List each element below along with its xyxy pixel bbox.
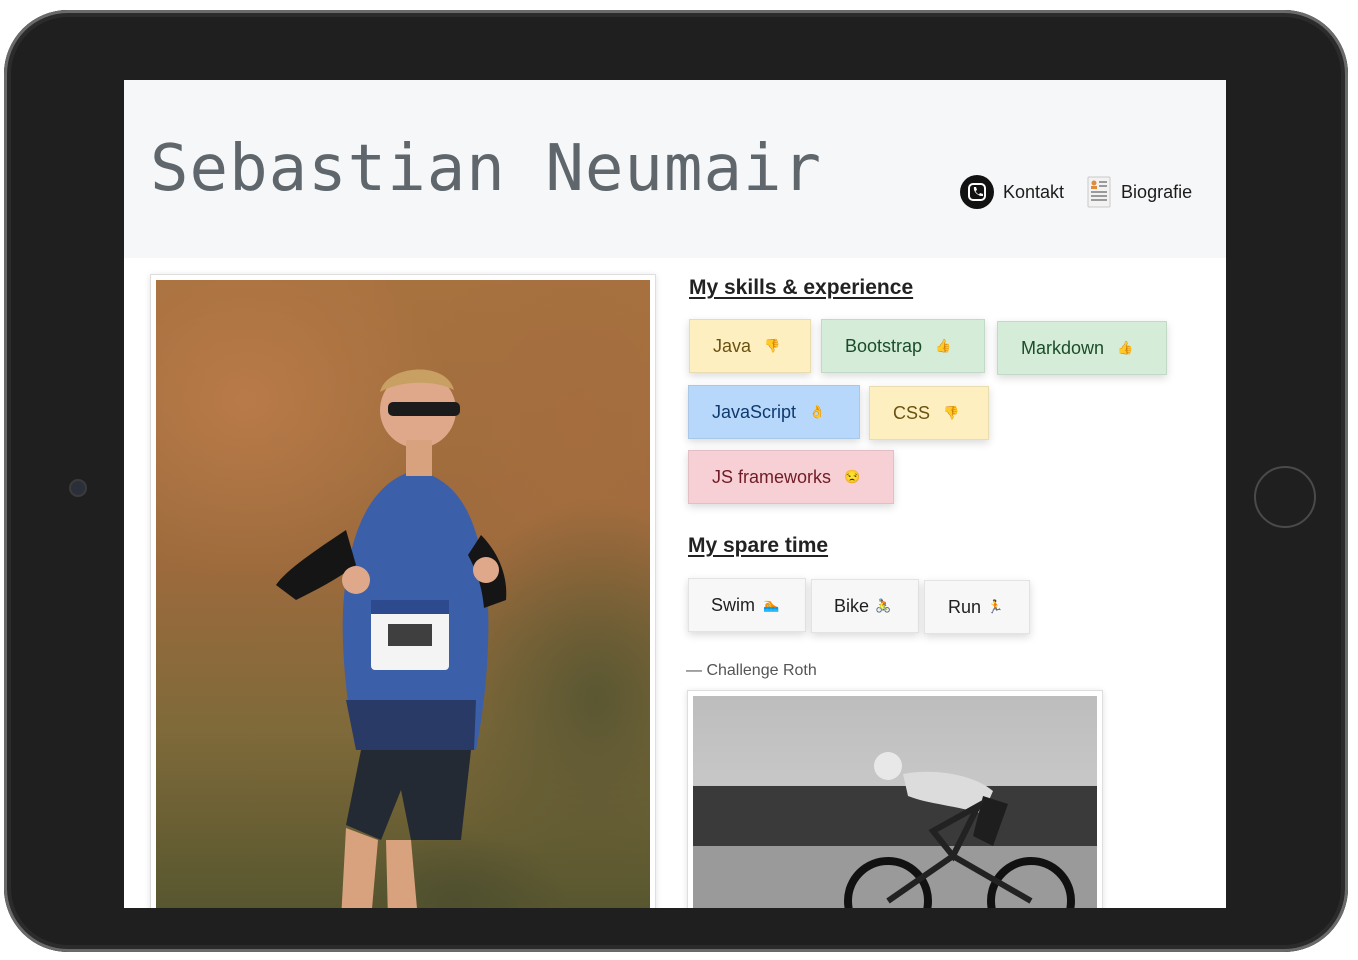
profile-photo-frame — [150, 274, 656, 908]
nav-kontakt-link[interactable]: Kontakt — [960, 175, 1064, 209]
front-camera — [71, 481, 85, 495]
cyclist-icon: 🚴 — [875, 598, 892, 613]
skill-chip-bootstrap[interactable]: Bootstrap 👍 — [821, 319, 985, 373]
main-nav: Kontakt Biografie — [960, 175, 1192, 209]
skill-chip-js-frameworks[interactable]: JS frameworks 😒 — [688, 450, 894, 504]
swimmer-icon: 🏊 — [763, 597, 780, 612]
skill-chip-label: JS frameworks — [712, 466, 832, 487]
nav-biografie-link[interactable]: Biografie — [1086, 175, 1192, 209]
site-header: Sebastian Neumair Kontakt Biografie — [124, 80, 1226, 258]
hobby-chip-label: Bike — [834, 595, 870, 616]
skills-section-title: My skills & experience — [689, 276, 914, 299]
hobby-chip-run[interactable]: Run 🏃 — [924, 580, 1030, 634]
hobby-chip-label: Swim — [711, 594, 755, 615]
photo-caption: — Challenge Roth — [686, 662, 817, 679]
spare-time-section-title: My spare time — [688, 534, 829, 557]
thumbs-down-icon: 👎 — [943, 405, 960, 420]
browser-viewport: Sebastian Neumair Kontakt Biografie My s… — [124, 80, 1226, 908]
skill-chip-markdown[interactable]: Markdown 👍 — [997, 321, 1167, 375]
ok-hand-icon: 👌 — [809, 404, 826, 419]
site-title: Sebastian Neumair — [150, 132, 823, 206]
skill-chip-javascript[interactable]: JavaScript 👌 — [688, 385, 860, 439]
hobby-chip-swim[interactable]: Swim 🏊 — [688, 578, 806, 632]
tablet-frame: Sebastian Neumair Kontakt Biografie My s… — [4, 10, 1348, 952]
cycling-photo — [693, 696, 1097, 908]
skill-chip-label: Markdown — [1021, 337, 1105, 358]
skill-chip-label: Java — [713, 335, 752, 356]
skill-chip-css[interactable]: CSS 👎 — [869, 386, 989, 440]
skill-chip-label: JavaScript — [712, 401, 797, 422]
skill-chip-label: Bootstrap — [845, 335, 923, 356]
thumbs-down-icon: 👎 — [764, 338, 781, 353]
unamused-face-icon: 😒 — [844, 469, 861, 484]
profile-photo — [156, 280, 650, 908]
phone-icon — [960, 175, 994, 209]
hobby-chip-label: Run — [948, 596, 982, 617]
nav-biografie-label: Biografie — [1121, 181, 1193, 202]
skill-chip-java[interactable]: Java 👎 — [689, 319, 811, 373]
nav-kontakt-label: Kontakt — [1003, 181, 1065, 202]
skill-chip-label: CSS — [893, 402, 931, 423]
document-icon — [1086, 175, 1112, 209]
thumbs-up-icon: 👍 — [935, 338, 952, 353]
home-button — [1254, 466, 1316, 528]
runner-icon: 🏃 — [987, 599, 1004, 614]
cycling-photo-frame — [687, 690, 1103, 908]
hobby-chip-bike[interactable]: Bike 🚴 — [811, 579, 919, 633]
thumbs-up-icon: 👍 — [1117, 340, 1134, 355]
